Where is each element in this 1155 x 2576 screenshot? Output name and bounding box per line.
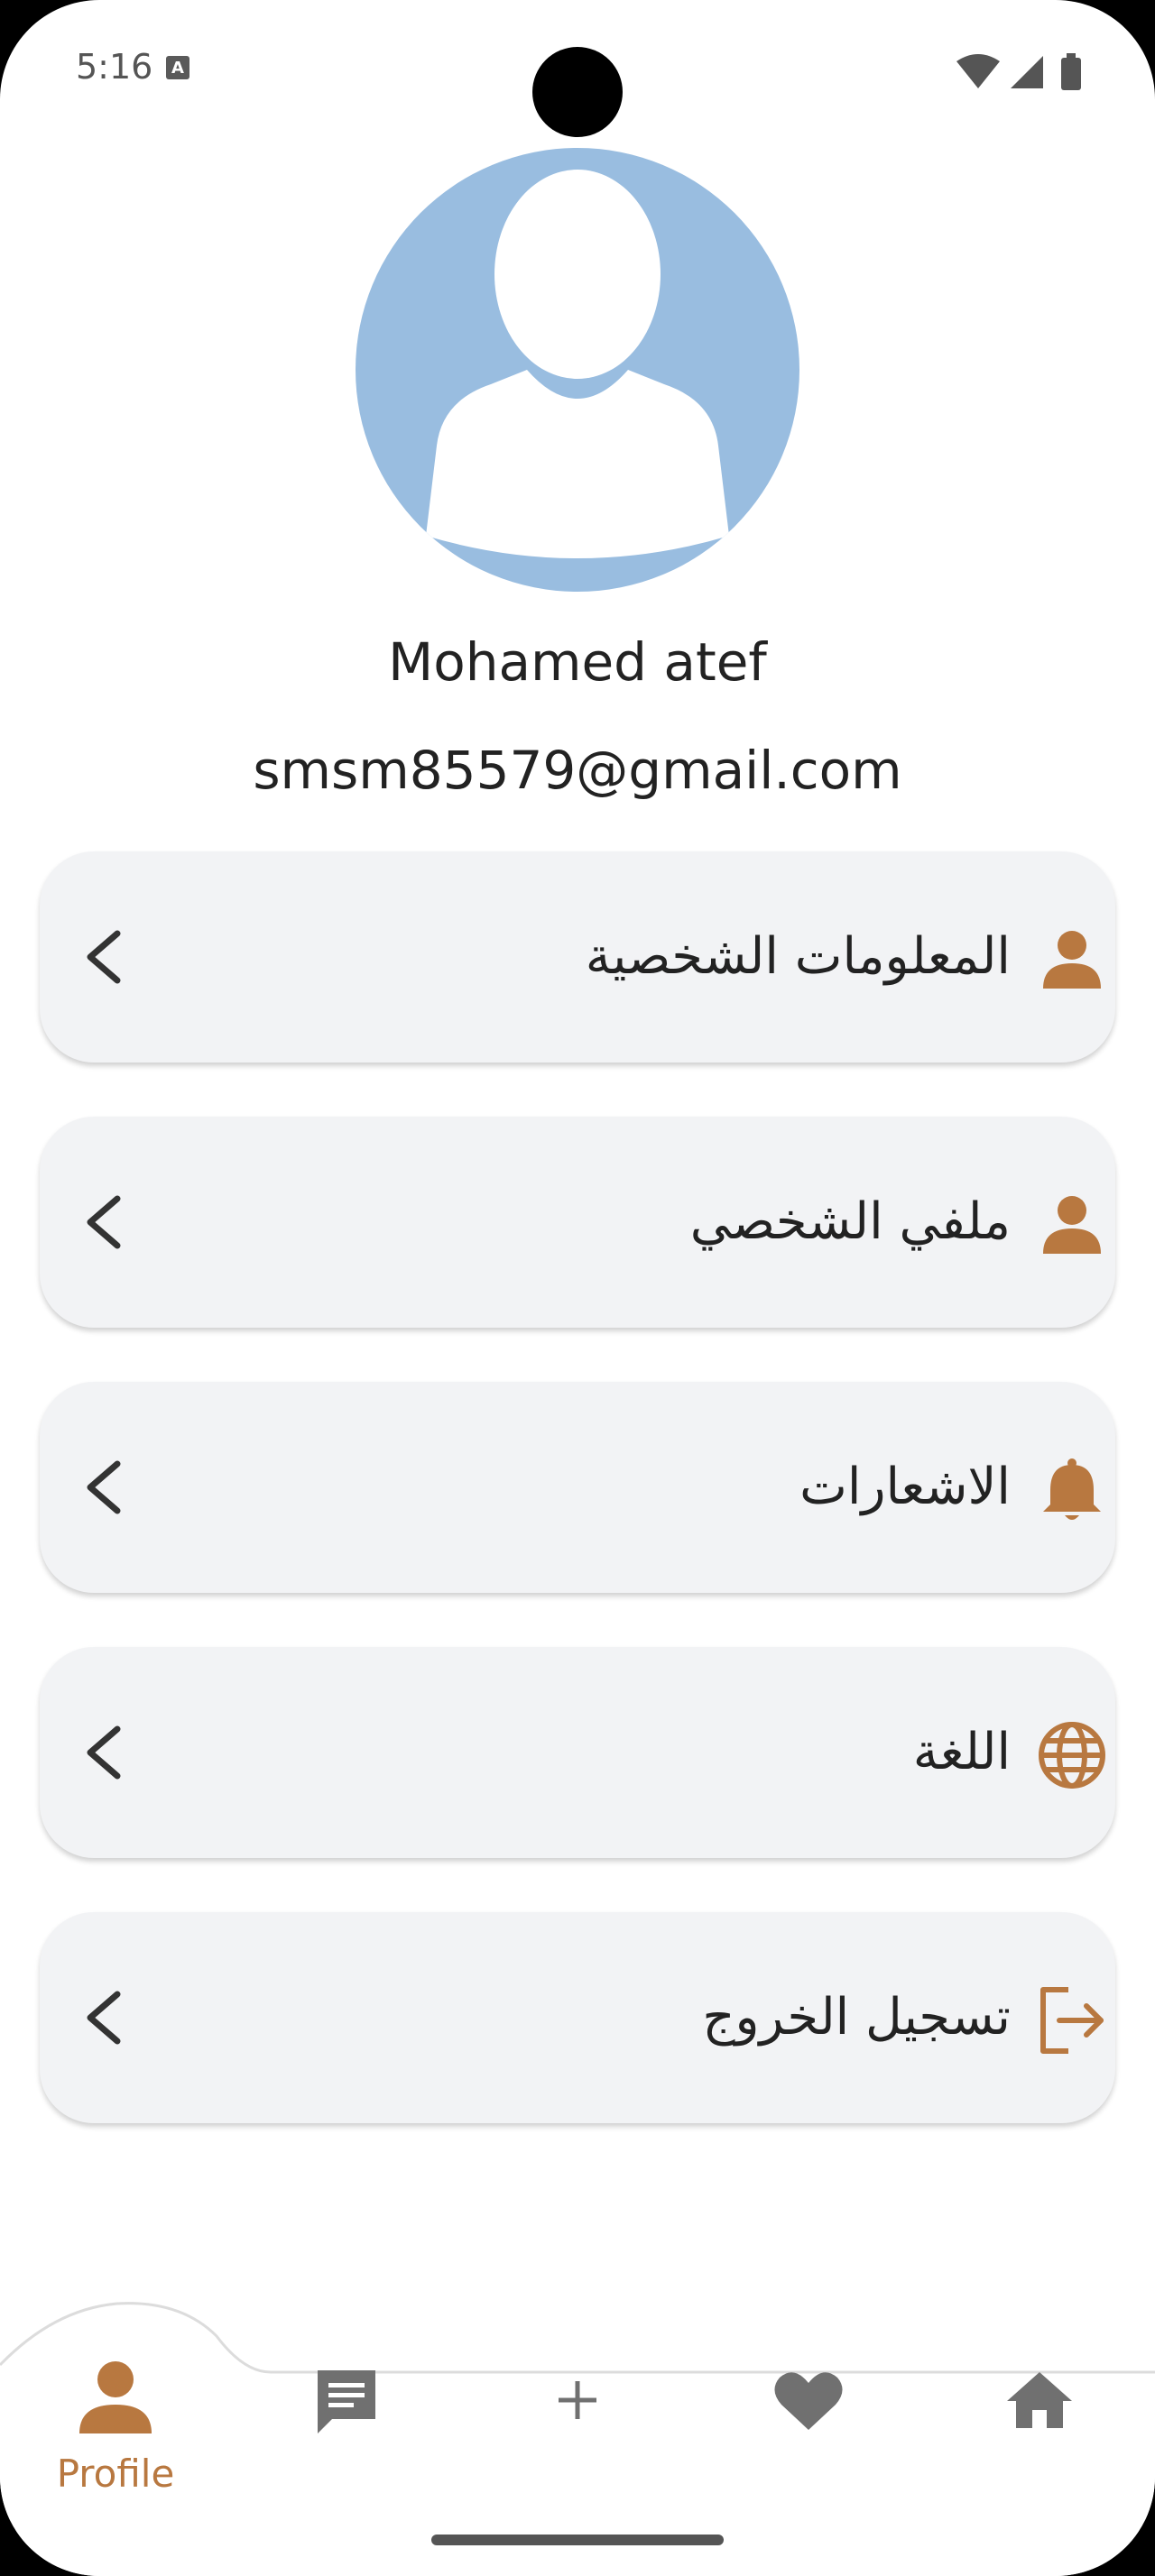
menu-item-label: ملفي الشخصي — [689, 1192, 1011, 1251]
nav-add-icon[interactable] — [532, 2354, 623, 2444]
globe-icon — [1039, 1722, 1105, 1789]
user-email: smsm85579@gmail.com — [253, 740, 902, 801]
menu-item-language[interactable]: اللغة — [40, 1647, 1115, 1858]
nav-profile-label[interactable]: Profile — [25, 2452, 206, 2496]
status-icons — [956, 53, 1081, 90]
menu-item-label: المعلومات الشخصية — [585, 927, 1011, 986]
logout-icon — [1040, 1987, 1104, 2054]
menu-item-notifications[interactable]: الاشعارات — [40, 1382, 1115, 1593]
status-time: 5:16 — [76, 47, 153, 87]
menu-item-label: تسجيل الخروج — [702, 1988, 1011, 2047]
menu-item-label: اللغة — [912, 1723, 1011, 1781]
bell-icon — [1043, 1458, 1101, 1520]
notification-a-icon: A — [166, 56, 189, 79]
chevron-left-icon — [87, 1725, 121, 1780]
chevron-left-icon — [87, 1991, 121, 2045]
nav-home-icon[interactable] — [994, 2354, 1085, 2444]
menu-item-personal-info[interactable]: المعلومات الشخصية — [40, 851, 1115, 1063]
menu-item-logout[interactable]: تسجيل الخروج — [40, 1912, 1115, 2123]
profile-screen: 5:16 A Mohamed atef smsm85579@gmail.com … — [0, 0, 1155, 2576]
avatar[interactable] — [356, 148, 799, 592]
menu-item-label: الاشعارات — [799, 1458, 1011, 1516]
chevron-left-icon — [87, 1460, 121, 1514]
person-icon — [1043, 931, 1101, 989]
camera-cutout — [532, 47, 623, 137]
user-name: Mohamed atef — [388, 631, 767, 693]
wifi-icon — [956, 54, 1000, 88]
cell-signal-icon — [1011, 56, 1043, 88]
menu-item-my-profile[interactable]: ملفي الشخصي — [40, 1117, 1115, 1328]
gesture-home-indicator[interactable] — [431, 2535, 724, 2545]
nav-chat-icon[interactable] — [301, 2354, 392, 2444]
nav-favorites-icon[interactable] — [763, 2354, 854, 2444]
chevron-left-icon — [87, 930, 121, 984]
chevron-left-icon — [87, 1195, 121, 1249]
nav-profile-icon[interactable] — [70, 2354, 161, 2444]
person-icon — [1043, 1196, 1101, 1254]
battery-icon — [1061, 53, 1081, 90]
